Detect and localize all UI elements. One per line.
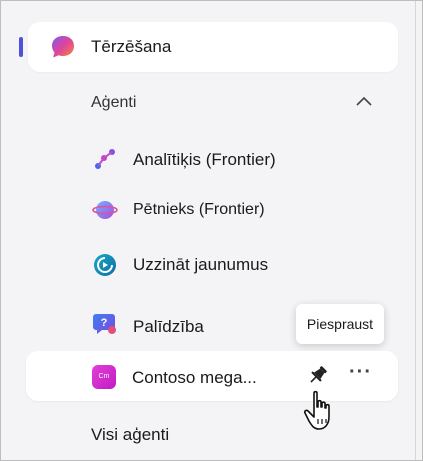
pin-tooltip: Piespraust (296, 304, 384, 344)
agent-label: Palīdzība (133, 317, 204, 336)
agent-label: Uzzināt jaunumus (133, 255, 269, 274)
all-agents-link[interactable]: Visi aģenti (91, 425, 169, 445)
help-icon: ? (93, 314, 116, 334)
hand-cursor-icon (303, 390, 330, 430)
agent-label: Contoso mega... (132, 368, 257, 387)
agent-item-catch-up[interactable]: Uzzināt jaunumus (0, 245, 423, 285)
more-options-icon[interactable]: ··· (349, 361, 372, 384)
sidebar-scroll-rail (415, 0, 416, 461)
analyst-icon (95, 149, 115, 169)
agent-label: Analītiķis (Frontier) (133, 150, 276, 169)
contoso-icon-text: Cm (98, 373, 110, 380)
chevron-up-icon[interactable] (355, 95, 373, 107)
chat-bubble-icon (52, 36, 74, 58)
agent-item-contoso[interactable]: Cm Contoso mega... ··· (26, 351, 398, 401)
pin-icon[interactable] (306, 363, 330, 387)
researcher-icon (92, 201, 118, 219)
chat-label: Tērzēšana (91, 37, 172, 56)
selected-indicator (19, 37, 23, 57)
agent-label: Pētnieks (Frontier) (133, 201, 265, 218)
contoso-agent-icon: Cm (92, 365, 116, 389)
svg-text:?: ? (101, 317, 108, 329)
chat-nav-item[interactable]: Tērzēšana (28, 22, 398, 72)
agent-item-analyst[interactable]: Analītiķis (Frontier) (0, 140, 423, 180)
agents-section-header[interactable]: Aģenti (91, 94, 136, 112)
agent-item-researcher[interactable]: Pētnieks (Frontier) (0, 190, 423, 230)
tooltip-text: Piespraust (306, 316, 374, 332)
catch-up-icon (94, 254, 116, 276)
